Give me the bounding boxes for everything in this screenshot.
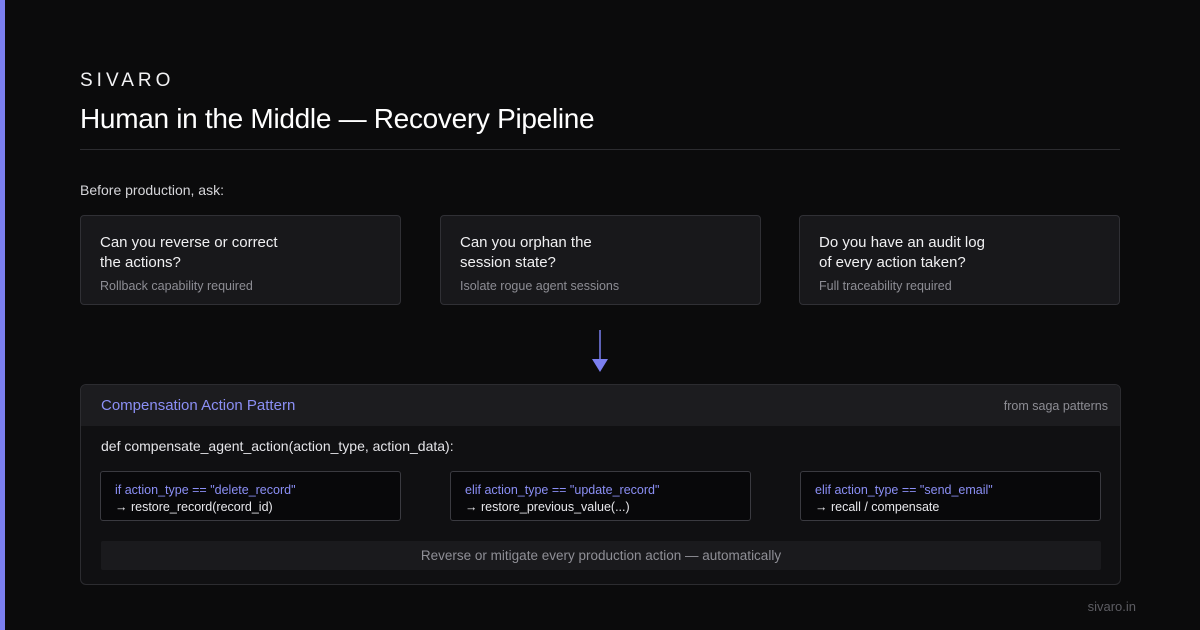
question-subtext: Full traceability required [819,279,952,293]
case-send-email: elif action_type == "send_email" → recal… [800,471,1101,521]
case-action: → restore_record(record_id) [115,500,273,514]
arrow-down-icon [592,330,608,372]
question-text: Can you reverse or correct the actions? [100,234,278,271]
panel-source: from saga patterns [1003,399,1108,413]
panel-title: Compensation Action Pattern [101,397,296,414]
accent-bar [0,0,5,630]
case-delete-record: if action_type == "delete_record" → rest… [100,471,401,521]
site-url: sivaro.in [1087,599,1136,614]
question-text: Do you have an audit log of every action… [819,234,985,271]
case-condition: elif action_type == "update_record" [465,483,660,497]
case-action: → recall / compensate [815,500,940,514]
case-action: → restore_previous_value(...) [465,500,630,514]
case-update-record: elif action_type == "update_record" → re… [450,471,751,521]
intro-text: Before production, ask: [80,182,224,198]
compensation-panel: Compensation Action Pattern from saga pa… [80,384,1121,585]
question-card-reverse: Can you reverse or correct the actions? … [80,215,401,305]
panel-header: Compensation Action Pattern from saga pa… [81,385,1120,426]
question-card-session: Can you orphan the session state? Isolat… [440,215,761,305]
question-text: Can you orphan the session state? [460,234,592,271]
question-subtext: Isolate rogue agent sessions [460,279,620,293]
question-card-audit: Do you have an audit log of every action… [799,215,1120,305]
function-signature: def compensate_agent_action(action_type,… [101,438,454,454]
divider [80,149,1120,150]
panel-footer: Reverse or mitigate every production act… [101,541,1101,570]
case-condition: elif action_type == "send_email" [815,483,993,497]
case-condition: if action_type == "delete_record" [115,483,296,497]
brand-logo: SIVARO [80,70,175,91]
question-subtext: Rollback capability required [100,279,253,293]
page-title: Human in the Middle — Recovery Pipeline [80,103,595,134]
